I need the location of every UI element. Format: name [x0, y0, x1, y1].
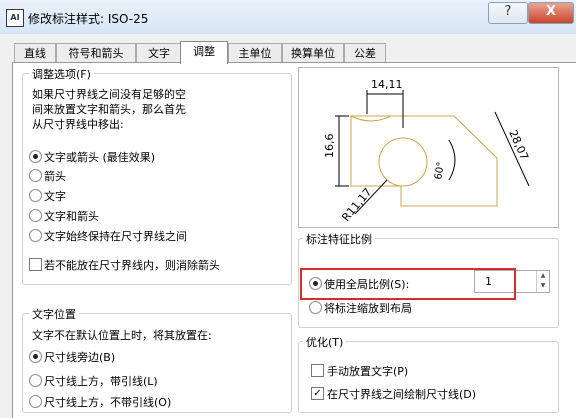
label-scale-to-layout[interactable]: 将标注缩放到布局	[324, 300, 412, 316]
radio-keep-text-between[interactable]	[29, 229, 42, 242]
radio-text[interactable]	[29, 189, 42, 202]
radio-scale-to-layout[interactable]	[309, 301, 322, 314]
preview-drawing: 14,11 16,6 28,07 60° R11,17	[323, 78, 531, 224]
label-manual-place-text[interactable]: 手动放置文字(P)	[327, 363, 408, 379]
tab-fit[interactable]: 调整	[180, 41, 228, 64]
label-keep-text-between[interactable]: 文字始终保持在尺寸界线之间	[44, 228, 187, 244]
tab-tolerances[interactable]: 公差	[344, 43, 386, 63]
fit-description-line-2: 间来放置文字和箭头，那么首先	[32, 103, 186, 116]
dimension-preview: 14,11 16,6 28,07 60° R11,17	[298, 67, 559, 228]
text-placement-title: 文字位置	[29, 306, 79, 322]
preview-angle-arc	[448, 139, 456, 181]
close-button[interactable]: X	[528, 2, 574, 24]
tab-lines[interactable]: 直线	[14, 43, 56, 63]
checkbox-draw-dim-line-between[interactable]: ✓	[311, 387, 324, 400]
label-text[interactable]: 文字	[44, 188, 66, 204]
text-placement-description: 文字不在默认位置上时，将其放置在:	[32, 329, 212, 342]
label-text-and-arrows[interactable]: 文字和箭头	[44, 208, 99, 224]
fit-description-line-3: 从尺寸界线中移出:	[32, 118, 124, 131]
tab-text[interactable]: 文字	[136, 43, 182, 63]
label-arrows[interactable]: 箭头	[44, 168, 66, 184]
tab-primary-units[interactable]: 主单位	[228, 43, 282, 63]
radio-text-or-arrows[interactable]	[29, 150, 42, 163]
scale-group-title: 标注特征比例	[303, 231, 375, 247]
app-icon: AI	[6, 9, 24, 27]
help-button[interactable]: ?	[488, 2, 528, 24]
tab-alternate-units[interactable]: 换算单位	[282, 43, 344, 63]
preview-dim-left: 16,6	[323, 134, 336, 159]
preview-dim-angle: 60°	[433, 161, 447, 180]
window-title: 修改标注样式: ISO-25	[28, 12, 149, 26]
preview-dim-radius: R11,17	[339, 186, 374, 224]
checkbox-suppress-arrows[interactable]	[29, 258, 42, 271]
preview-part-arc	[350, 115, 392, 122]
spinner-arrows-icon[interactable]: ▲ ▼	[536, 271, 549, 292]
radio-over-with-leader[interactable]	[29, 374, 42, 387]
radio-beside-dim-line[interactable]	[29, 350, 42, 363]
fit-description-line-1: 如果尺寸界线之间没有足够的空	[32, 88, 186, 101]
radio-arrows[interactable]	[29, 169, 42, 182]
radio-over-without-leader[interactable]	[29, 395, 42, 408]
fit-options-title: 调整选项(F)	[29, 66, 94, 82]
label-text-or-arrows[interactable]: 文字或箭头 (最佳效果)	[44, 149, 155, 165]
label-draw-dim-line-between[interactable]: 在尺寸界线之间绘制尺寸线(D)	[327, 386, 476, 402]
preview-dim-top: 14,11	[371, 78, 403, 91]
radio-text-and-arrows[interactable]	[29, 209, 42, 222]
modify-dimension-style-dialog: AI 修改标注样式: ISO-25 ? X 直线 符号和箭头 文字 调整 主单位…	[0, 0, 576, 418]
label-over-without-leader[interactable]: 尺寸线上方，不带引线(O)	[44, 394, 171, 410]
fine-tuning-title: 优化(T)	[303, 334, 347, 350]
preview-part-circle	[378, 137, 428, 187]
label-beside-dim-line[interactable]: 尺寸线旁边(B)	[44, 349, 115, 365]
tab-symbols-arrows[interactable]: 符号和箭头	[56, 43, 136, 63]
label-suppress-arrows[interactable]: 若不能放在尺寸界线内，则消除箭头	[44, 257, 220, 273]
highlight-annotation	[300, 268, 516, 300]
title-bar: AI 修改标注样式: ISO-25 ? X	[0, 0, 576, 34]
checkbox-manual-place-text[interactable]	[311, 364, 324, 377]
label-over-with-leader[interactable]: 尺寸线上方，带引线(L)	[44, 373, 158, 389]
preview-part-outline	[350, 115, 498, 207]
